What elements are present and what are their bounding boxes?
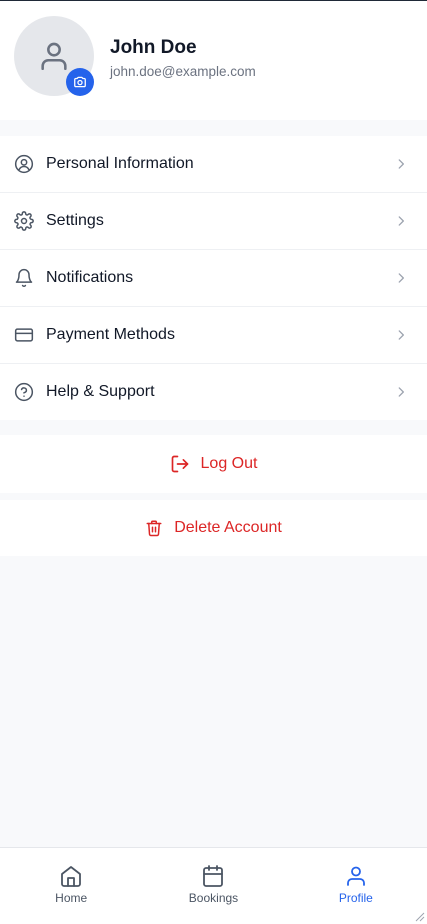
- profile-header: John Doe john.doe@example.com: [0, 1, 427, 120]
- calendar-icon: [203, 865, 224, 887]
- gear-icon: [13, 210, 35, 232]
- delete-account-label: Delete Account: [174, 519, 282, 536]
- menu-item-personal-information[interactable]: Personal Information: [0, 136, 427, 193]
- menu-item-label: Payment Methods: [46, 326, 175, 343]
- camera-icon: [74, 76, 86, 88]
- user-circle-icon: [13, 153, 35, 175]
- menu-item-label: Settings: [46, 212, 104, 229]
- change-photo-button[interactable]: [66, 68, 94, 96]
- resize-grip-icon[interactable]: [413, 910, 425, 922]
- settings-menu: Personal Information Settings Notificati…: [0, 136, 427, 420]
- user-placeholder-icon: [41, 42, 67, 71]
- chevron-right-icon: [398, 387, 404, 397]
- menu-item-label: Notifications: [46, 269, 134, 286]
- tab-home[interactable]: Home: [0, 848, 142, 924]
- bell-icon: [13, 267, 35, 289]
- menu-item-help-support[interactable]: Help & Support: [0, 364, 427, 420]
- menu-item-payment-methods[interactable]: Payment Methods: [0, 307, 427, 364]
- user-icon: [346, 866, 365, 886]
- menu-item-label: Personal Information: [46, 155, 194, 172]
- menu-item-settings[interactable]: Settings: [0, 193, 427, 250]
- help-circle-icon: [13, 381, 35, 403]
- menu-item-label: Help & Support: [46, 383, 155, 400]
- user-name: John Doe: [110, 37, 197, 58]
- user-email: john.doe@example.com: [110, 64, 256, 79]
- logout-label: Log Out: [200, 455, 258, 472]
- menu-item-notifications[interactable]: Notifications: [0, 250, 427, 307]
- chevron-right-icon: [398, 216, 404, 226]
- tab-label: Home: [55, 891, 88, 905]
- logout-button[interactable]: Log Out: [0, 435, 427, 493]
- tab-label: Profile: [338, 891, 373, 905]
- home-icon: [61, 866, 82, 887]
- credit-card-icon: [13, 324, 35, 346]
- tab-label: Bookings: [188, 891, 239, 905]
- logout-icon: [171, 455, 188, 473]
- trash-icon: [146, 520, 162, 537]
- tab-bookings[interactable]: Bookings: [142, 848, 284, 924]
- tab-profile[interactable]: Profile: [285, 848, 427, 924]
- chevron-right-icon: [398, 159, 404, 169]
- bottom-tab-bar: Home Bookings Profile: [0, 847, 427, 924]
- chevron-right-icon: [398, 330, 404, 340]
- chevron-right-icon: [398, 273, 404, 283]
- delete-account-button[interactable]: Delete Account: [0, 500, 427, 556]
